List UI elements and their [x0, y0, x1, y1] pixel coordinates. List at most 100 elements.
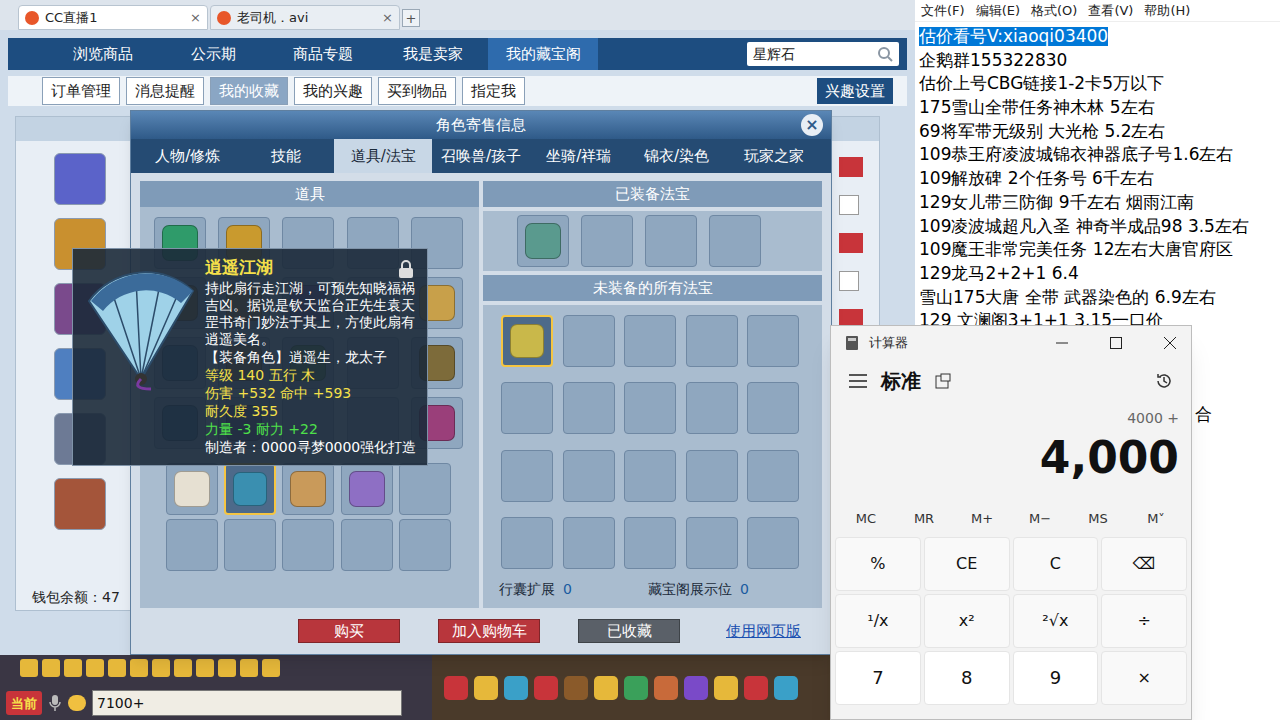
game-menu-icon[interactable] [474, 676, 498, 700]
sub-nav-button[interactable]: 买到物品 [378, 77, 456, 105]
menu-item[interactable]: 文件(F) [921, 1, 965, 21]
item-slot[interactable] [686, 382, 738, 434]
item-slot[interactable] [563, 450, 615, 502]
calculator-key[interactable]: 7 [835, 651, 921, 705]
dialog-tab[interactable]: 道具/法宝 [334, 139, 432, 173]
game-tool-icon[interactable] [42, 659, 60, 677]
game-tool-icon[interactable] [20, 659, 38, 677]
game-tool-icon[interactable] [86, 659, 104, 677]
memory-button[interactable]: MR [897, 509, 951, 529]
game-menu-icon[interactable] [504, 676, 528, 700]
dialog-tab[interactable]: 人物/修炼 [139, 139, 237, 173]
memory-button[interactable]: MC [839, 509, 893, 529]
item-slot[interactable] [282, 519, 334, 571]
item-slot[interactable] [686, 450, 738, 502]
item-slot[interactable] [399, 463, 451, 515]
game-tool-icon[interactable] [196, 659, 214, 677]
item-slot[interactable] [501, 517, 553, 569]
item-slot[interactable] [166, 519, 218, 571]
browser-tab[interactable]: 老司机．avi× [210, 5, 400, 30]
game-tool-icon[interactable] [64, 659, 82, 677]
item-slot[interactable] [624, 517, 676, 569]
dialog-tab[interactable]: 玩家之家 [725, 139, 823, 173]
history-icon[interactable] [1155, 372, 1173, 390]
nav-tab[interactable]: 我的藏宝阁 [488, 38, 598, 70]
close-icon[interactable] [1163, 336, 1177, 350]
sub-nav-button[interactable]: 指定我 [462, 77, 525, 105]
item-slot[interactable] [501, 450, 553, 502]
calculator-key[interactable]: CE [924, 537, 1010, 591]
hamburger-menu-icon[interactable] [849, 374, 867, 388]
memory-button[interactable]: M+ [955, 509, 1009, 529]
menu-item[interactable]: 编辑(E) [976, 1, 1020, 21]
game-menu-icon[interactable] [744, 676, 768, 700]
item-slot[interactable] [624, 450, 676, 502]
item-slot[interactable] [747, 517, 799, 569]
calculator-key[interactable]: 8 [924, 651, 1010, 705]
game-menu-icon[interactable] [774, 676, 798, 700]
sub-nav-button[interactable]: 消息提醒 [126, 77, 204, 105]
interest-button[interactable]: 兴趣设置 [817, 78, 893, 104]
chat-input[interactable]: 7100+ [92, 690, 402, 716]
nav-tab[interactable]: 浏览商品 [48, 38, 158, 70]
item-slot[interactable] [686, 517, 738, 569]
dialog-tab[interactable]: 召唤兽/孩子 [432, 139, 530, 173]
calculator-key[interactable]: × [1101, 651, 1187, 705]
search-value[interactable]: 星辉石 [753, 44, 877, 65]
dialog-button[interactable]: 加入购物车 [438, 619, 540, 644]
item-slot[interactable] [224, 463, 276, 515]
item-slot[interactable] [341, 519, 393, 571]
close-tab-button[interactable]: × [190, 8, 201, 28]
emoji-icon[interactable] [68, 695, 86, 711]
item-slot[interactable] [624, 315, 676, 367]
item-slot[interactable] [501, 382, 553, 434]
game-menu-icon[interactable] [564, 676, 588, 700]
memory-button[interactable]: M˅ [1129, 509, 1183, 529]
microphone-icon[interactable] [48, 694, 62, 712]
item-slot[interactable] [282, 463, 334, 515]
menu-item[interactable]: 帮助(H) [1144, 1, 1190, 21]
game-tool-icon[interactable] [218, 659, 236, 677]
dialog-tab[interactable]: 坐骑/祥瑞 [530, 139, 628, 173]
item-slot[interactable] [709, 215, 761, 267]
menu-item[interactable]: 查看(V) [1088, 1, 1133, 21]
sub-nav-button[interactable]: 我的兴趣 [294, 77, 372, 105]
game-menu-icon[interactable] [714, 676, 738, 700]
game-tool-icon[interactable] [130, 659, 148, 677]
dialog-close-button[interactable]: × [801, 114, 823, 136]
calculator-key[interactable]: 9 [1013, 651, 1099, 705]
game-menu-icon[interactable] [594, 676, 618, 700]
nav-tab[interactable]: 我是卖家 [378, 38, 488, 70]
maximize-icon[interactable] [1109, 336, 1123, 350]
character-avatar[interactable] [54, 153, 106, 205]
dialog-tab[interactable]: 技能 [237, 139, 335, 173]
game-tool-icon[interactable] [174, 659, 192, 677]
close-glyph[interactable]: × [805, 117, 818, 133]
item-slot[interactable] [517, 215, 569, 267]
item-slot[interactable] [747, 315, 799, 367]
sub-nav-button[interactable]: 我的收藏 [210, 77, 288, 105]
item-slot[interactable] [747, 382, 799, 434]
memory-button[interactable]: M− [1013, 509, 1067, 529]
item-slot[interactable] [747, 450, 799, 502]
calculator-key[interactable]: ²√x [1013, 594, 1099, 648]
calculator-key[interactable]: ⌫ [1101, 537, 1187, 591]
item-slot[interactable] [501, 315, 553, 367]
minimize-icon[interactable] [1055, 336, 1069, 350]
item-slot[interactable] [399, 519, 451, 571]
game-menu-icon[interactable] [444, 676, 468, 700]
calculator-key[interactable]: x² [924, 594, 1010, 648]
close-tab-button[interactable]: × [382, 8, 393, 28]
search-icon[interactable] [877, 46, 893, 62]
item-slot[interactable] [224, 519, 276, 571]
calculator-key[interactable]: ÷ [1101, 594, 1187, 648]
memory-button[interactable]: MS [1071, 509, 1125, 529]
nav-tab[interactable]: 公示期 [158, 38, 268, 70]
dialog-button[interactable]: 已收藏 [578, 619, 680, 644]
game-menu-icon[interactable] [654, 676, 678, 700]
calculator-key[interactable]: % [835, 537, 921, 591]
item-slot[interactable] [686, 315, 738, 367]
search-field[interactable]: 星辉石 [747, 42, 899, 66]
sub-nav-button[interactable]: 订单管理 [42, 77, 120, 105]
game-menu-icon[interactable] [684, 676, 708, 700]
